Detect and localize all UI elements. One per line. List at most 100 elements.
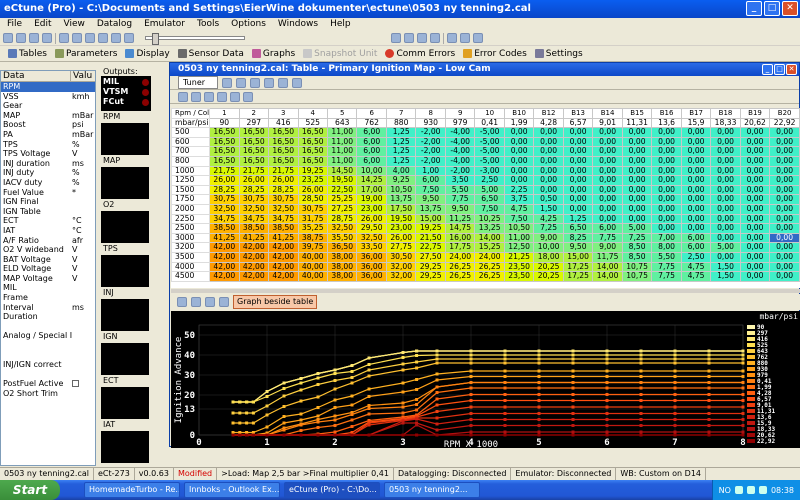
table-cell[interactable]: 0,00 [562, 155, 594, 167]
table-cell[interactable]: 0,00 [680, 146, 712, 157]
table-cell[interactable]: 21,25 [503, 251, 535, 263]
table-cell[interactable]: 13,25 [474, 223, 505, 234]
start-button[interactable]: Start [0, 480, 60, 500]
data-row[interactable]: ECT °C [1, 216, 95, 226]
table-cell[interactable]: 0,00 [592, 184, 623, 196]
table-cell[interactable]: 5,00 [710, 242, 741, 253]
table-cell[interactable]: 22,75 [415, 242, 446, 253]
rpm-row-header[interactable]: 2000 [171, 203, 211, 215]
data-row[interactable]: TPS% [1, 140, 95, 150]
table-cell[interactable]: 35,25 [297, 223, 329, 234]
table-cell[interactable]: 0,00 [503, 127, 535, 138]
table-cell[interactable]: 5,50 [444, 184, 476, 196]
record-icon[interactable] [124, 33, 134, 43]
table-cell[interactable]: 6,00 [356, 146, 387, 157]
load-axis-value[interactable]: 20,62 [739, 117, 771, 129]
table-cell[interactable]: 17,25 [562, 271, 594, 282]
table-cell[interactable]: 9,00 [533, 232, 564, 244]
table-cell[interactable]: 0,50 [533, 194, 564, 205]
table-cell[interactable]: 16,50 [209, 146, 240, 157]
data-row[interactable]: IGN Table [1, 207, 95, 217]
table-cell[interactable]: 0,00 [533, 127, 564, 138]
table-cell[interactable]: 0,00 [562, 146, 594, 157]
gauge-o2[interactable] [101, 211, 149, 243]
table-cell[interactable]: 0,00 [621, 136, 653, 148]
table-cell[interactable]: 0,00 [533, 155, 564, 167]
table-cell[interactable]: 7,50 [415, 184, 446, 196]
table-cell[interactable]: 0,00 [739, 232, 771, 244]
table-cell[interactable]: 0,00 [769, 271, 800, 282]
column-header[interactable]: 10 [474, 108, 505, 119]
table-cell[interactable]: 0,00 [769, 242, 800, 253]
data-row[interactable]: O2 Short Trim [1, 389, 95, 399]
table-cell[interactable]: -3,00 [474, 165, 505, 177]
table-cell[interactable]: 39,75 [297, 242, 329, 253]
table-cell[interactable]: 0,00 [710, 127, 741, 138]
task-cal-file[interactable]: 0503 ny tenning2... [384, 482, 480, 498]
error-codes-button[interactable]: Error Codes [460, 47, 530, 61]
table-cell[interactable]: 10,00 [356, 165, 387, 177]
table-cell[interactable]: 21,50 [415, 232, 446, 244]
language-indicator[interactable]: NO [719, 486, 731, 495]
table-cell[interactable]: 5,00 [474, 184, 505, 196]
table-cell[interactable]: 1,25 [385, 136, 417, 148]
table-cell[interactable]: 23,00 [356, 203, 387, 215]
table-cell[interactable]: 19,25 [297, 165, 329, 177]
table-cell[interactable]: 0,00 [710, 175, 741, 186]
menu-datalog[interactable]: Datalog [94, 18, 141, 31]
table-cell[interactable]: 1,25 [385, 127, 417, 138]
load-axis-value[interactable]: 979 [444, 117, 476, 129]
table-cell[interactable]: 42,00 [238, 242, 270, 253]
table-cell[interactable]: 0,00 [769, 146, 800, 157]
table-cell[interactable]: 0,00 [592, 213, 623, 225]
task-outlook[interactable]: Innboks - Outlook Ex... [184, 482, 280, 498]
table-cell[interactable]: 0,00 [562, 127, 594, 138]
redo-icon[interactable] [204, 91, 214, 102]
table-cell[interactable]: 23,25 [297, 175, 329, 186]
table-cell[interactable]: 0,00 [769, 184, 800, 196]
table-cell[interactable]: 0,00 [680, 165, 712, 177]
table-cell[interactable]: 0,00 [533, 175, 564, 186]
table-cell[interactable]: 9,50 [444, 203, 476, 215]
data-row[interactable]: O2 V wideband V [1, 245, 95, 255]
table-cell[interactable]: 0,00 [769, 232, 800, 244]
table-cell[interactable]: 26,00 [238, 175, 270, 186]
table-cell[interactable]: 29,25 [415, 261, 446, 273]
table-cell[interactable]: 42,00 [209, 261, 240, 273]
delete-icon[interactable] [430, 33, 440, 43]
paste-icon[interactable] [236, 77, 247, 88]
data-row[interactable]: INJ duty% [1, 168, 95, 178]
table-cell[interactable]: 16,00 [444, 232, 476, 244]
sensor-data-button[interactable]: Sensor Data [175, 47, 247, 61]
column-header[interactable]: 7 [385, 108, 417, 119]
table-cell[interactable]: 14,00 [592, 261, 623, 273]
table-cell[interactable]: 0,00 [592, 155, 623, 167]
table-cell[interactable]: 0,00 [739, 136, 771, 148]
gauge-ign[interactable] [101, 343, 149, 375]
postfuel-checkbox[interactable] [72, 380, 79, 388]
table-cell[interactable]: 0,00 [621, 175, 653, 186]
table-cell[interactable]: 36,50 [326, 242, 358, 253]
table-cell[interactable]: 32,50 [238, 203, 270, 215]
menu-help[interactable]: Help [327, 18, 360, 31]
table-cell[interactable]: 29,25 [415, 271, 446, 282]
menu-emulator[interactable]: Emulator [141, 18, 194, 31]
table-cell[interactable]: 42,00 [268, 242, 299, 253]
save-as-icon[interactable] [42, 33, 52, 43]
data-row[interactable] [1, 370, 95, 380]
save-icon[interactable] [29, 33, 39, 43]
load-axis-value[interactable]: 880 [385, 117, 417, 129]
table-cell[interactable]: 26,00 [268, 175, 299, 186]
table-cell[interactable]: 0,00 [621, 127, 653, 138]
menu-windows[interactable]: Windows [275, 18, 327, 31]
table-cell[interactable]: 4,25 [533, 213, 564, 225]
tray-volume-icon[interactable] [746, 486, 755, 494]
table-cell[interactable]: 1,50 [710, 261, 741, 273]
table-cell[interactable]: 0,00 [562, 175, 594, 186]
copy-icon[interactable] [222, 77, 233, 88]
table-cell[interactable]: 6,00 [592, 223, 623, 234]
load-axis-value[interactable]: 416 [268, 117, 299, 129]
rpm-row-header[interactable]: 2500 [171, 223, 211, 234]
table-cell[interactable]: 26,00 [297, 184, 329, 196]
table-cell[interactable]: 7,50 [474, 203, 505, 215]
